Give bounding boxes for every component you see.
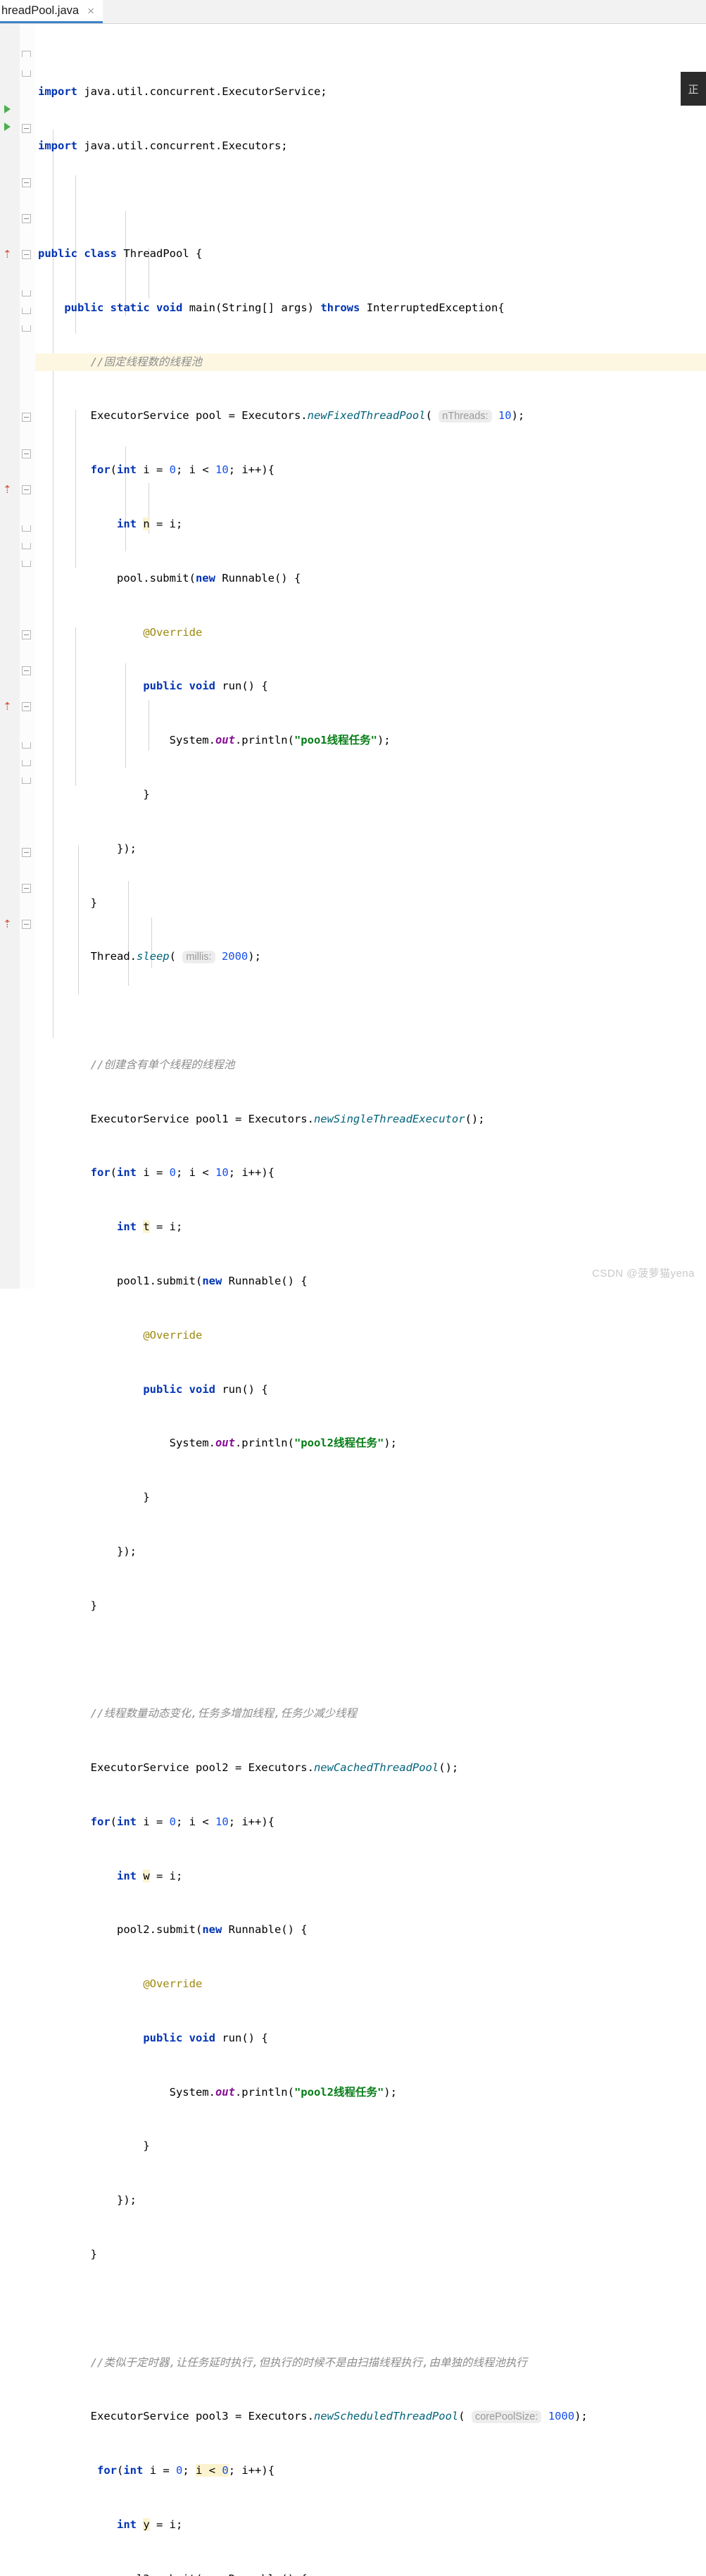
code-line[interactable]: }); (35, 1543, 706, 1561)
code-line[interactable]: pool3.submit(new Runnable() { (35, 2570, 706, 2576)
code-line[interactable]: }); (35, 2192, 706, 2210)
code-line[interactable]: public void run() { (35, 677, 706, 696)
fold-icon-imports-top[interactable] (22, 51, 31, 61)
fold-icon-runnable-1[interactable] (22, 214, 31, 223)
code-line[interactable] (35, 1002, 706, 1020)
code-line[interactable]: //线程数量动态变化,任务多增加线程,任务少减少线程 (35, 1705, 706, 1723)
fold-icon-run-3[interactable] (22, 702, 31, 711)
modified-lines-marker[interactable]: ⇡ (3, 919, 12, 930)
code-line[interactable] (35, 191, 706, 209)
modified-lines-marker[interactable]: ⇡ (3, 249, 12, 260)
fold-icon-main[interactable] (22, 124, 31, 133)
code-line[interactable]: for(int i = 0; i < 0; i++){ (35, 2462, 706, 2480)
fold-icon-for-1[interactable] (22, 178, 31, 187)
code-line[interactable]: int w = i; (35, 1868, 706, 1886)
code-line[interactable]: for(int i = 0; i < 10; i++){ (35, 1813, 706, 1832)
fold-icon-for-4[interactable] (22, 848, 31, 857)
tab-label: hreadPool.java (1, 4, 80, 17)
fold-icon-run-1-end[interactable] (22, 290, 31, 296)
modified-lines-marker[interactable]: ⇡ (3, 701, 12, 712)
run-main-icon[interactable] (4, 123, 11, 131)
code-line[interactable]: public static void main(String[] args) t… (35, 299, 706, 318)
code-line[interactable]: } (35, 2137, 706, 2156)
code-line[interactable]: System.out.println("pool2线程任务"); (35, 1434, 706, 1453)
code-line[interactable]: for(int i = 0; i < 10; i++){ (35, 461, 706, 480)
code-line[interactable]: int y = i; (35, 2516, 706, 2534)
fold-icon-run-2-end[interactable] (22, 525, 31, 532)
code-line[interactable]: int n = i; (35, 515, 706, 534)
code-line[interactable]: @Override (35, 624, 706, 642)
fold-icon-runnable-3-end[interactable] (22, 760, 31, 766)
code-line[interactable]: //创建含有单个线程的线程池 (35, 1056, 706, 1075)
code-line[interactable]: @Override (35, 1975, 706, 1994)
code-editor[interactable]: ⇡ ⇡ ⇡ ⇡ 正 import java.util.concurrent.Ex… (0, 24, 706, 2576)
code-line[interactable]: } (35, 786, 706, 804)
fold-icon-run-4[interactable] (22, 920, 31, 929)
fold-icon-runnable-2[interactable] (22, 449, 31, 458)
editor-gutter[interactable] (0, 24, 20, 1289)
code-line[interactable]: }); (35, 840, 706, 858)
code-line[interactable]: } (35, 894, 706, 913)
code-line[interactable]: public void run() { (35, 1381, 706, 1399)
code-line[interactable]: public void run() { (35, 2030, 706, 2048)
code-line[interactable]: ExecutorService pool3 = Executors.newSch… (35, 2408, 706, 2426)
fold-icon-run-3-end[interactable] (22, 742, 31, 749)
code-line[interactable]: Thread.sleep( millis: 2000); (35, 948, 706, 966)
code-line[interactable]: } (35, 1597, 706, 1615)
code-line[interactable]: @Override (35, 1327, 706, 1345)
code-line[interactable]: pool.submit(new Runnable() { (35, 570, 706, 588)
code-content[interactable]: import java.util.concurrent.ExecutorServ… (35, 24, 706, 2576)
code-line-highlighted[interactable]: //固定线程数的线程池 (35, 353, 706, 372)
fold-icon-runnable-1-end[interactable] (22, 308, 31, 314)
code-line[interactable]: } (35, 2246, 706, 2264)
code-line[interactable] (35, 1651, 706, 1669)
editor-tab-bar: hreadPool.java × (0, 0, 706, 24)
code-line[interactable]: } (35, 1489, 706, 1507)
tab-threadpool-java[interactable]: hreadPool.java × (0, 0, 103, 23)
code-line[interactable]: int t = i; (35, 1218, 706, 1237)
code-line[interactable]: System.out.println("poo1线程任务"); (35, 732, 706, 750)
modified-lines-marker[interactable]: ⇡ (3, 484, 12, 495)
fold-icon-for-1-end[interactable] (22, 325, 31, 332)
fold-icon-for-3[interactable] (22, 630, 31, 639)
code-line[interactable]: import java.util.concurrent.ExecutorServ… (35, 83, 706, 101)
fold-icon-for-2[interactable] (22, 413, 31, 422)
code-line[interactable]: import java.util.concurrent.Executors; (35, 137, 706, 156)
code-line[interactable]: ExecutorService pool2 = Executors.newCac… (35, 1759, 706, 1777)
fold-icon-for-2-end[interactable] (22, 561, 31, 567)
code-line[interactable]: System.out.println("pool2线程任务"); (35, 2084, 706, 2102)
close-icon[interactable]: × (87, 5, 94, 17)
run-class-icon[interactable] (4, 105, 11, 113)
fold-icon-for-3-end[interactable] (22, 777, 31, 784)
fold-icon-run-1[interactable] (22, 250, 31, 259)
code-line[interactable] (35, 2300, 706, 2318)
code-line[interactable]: ExecutorService pool = Executors.newFixe… (35, 407, 706, 425)
csdn-watermark: CSDN @菠萝猫yena (592, 1268, 695, 1280)
fold-icon-imports-bottom[interactable] (22, 70, 31, 77)
fold-icon-runnable-3[interactable] (22, 666, 31, 675)
code-line[interactable]: for(int i = 0; i < 10; i++){ (35, 1164, 706, 1182)
code-line[interactable]: //类似于定时器,让任务延时执行,但执行的时候不是由扫描线程执行,由单独的线程池… (35, 2354, 706, 2372)
code-line[interactable]: pool2.submit(new Runnable() { (35, 1921, 706, 1939)
fold-icon-runnable-4[interactable] (22, 884, 31, 893)
code-line[interactable]: public class ThreadPool { (35, 245, 706, 263)
fold-icon-runnable-2-end[interactable] (22, 543, 31, 549)
fold-icon-run-2[interactable] (22, 485, 31, 494)
code-line[interactable]: ExecutorService pool1 = Executors.newSin… (35, 1111, 706, 1129)
